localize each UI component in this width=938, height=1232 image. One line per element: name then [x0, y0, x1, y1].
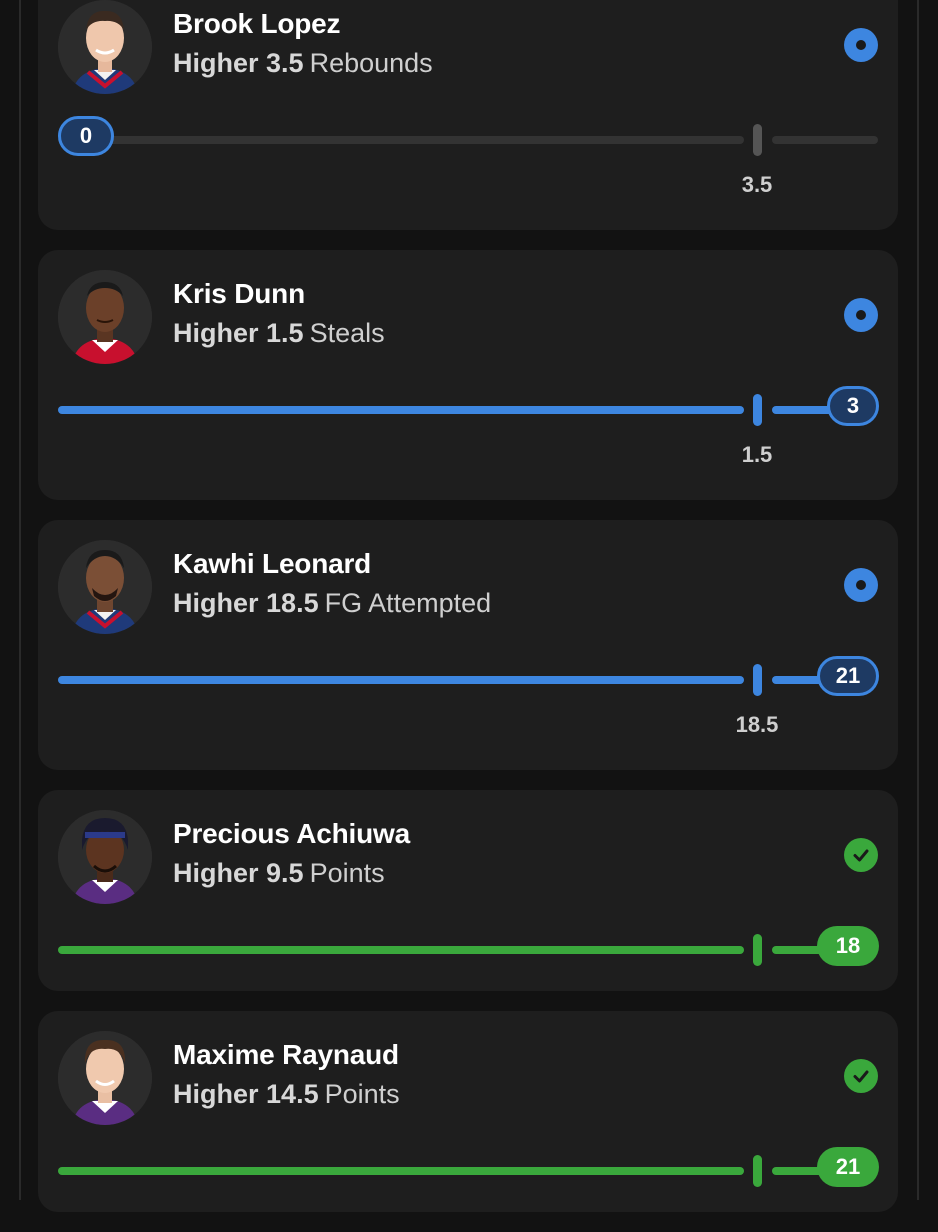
- progress-track: 0 3.5: [58, 116, 878, 197]
- frame-divider-right: [917, 0, 919, 1200]
- pending-status-icon: [844, 568, 878, 602]
- pick-description: Higher 9.5 Points: [173, 858, 385, 889]
- line-marker: [753, 664, 762, 696]
- pick-card[interactable]: Maxime Raynaud Higher 14.5 Points 21: [38, 1011, 898, 1212]
- pick-description: Higher 1.5 Steals: [173, 318, 385, 349]
- player-avatar: [58, 0, 152, 94]
- frame-divider-left: [19, 0, 21, 1200]
- stat-type: FG Attempted: [324, 588, 492, 618]
- pick-card[interactable]: Brook Lopez Higher 3.5 Rebounds 0 3.5: [38, 0, 898, 230]
- pick-list: Brook Lopez Higher 3.5 Rebounds 0 3.5 Kr…: [38, 0, 898, 1232]
- progress-track: 3 1.5: [58, 386, 879, 467]
- player-avatar: [58, 270, 152, 364]
- line-marker: [753, 1155, 762, 1187]
- stat-type: Steals: [309, 318, 385, 348]
- progress-track: 18: [58, 926, 879, 966]
- check-icon: [844, 1059, 878, 1093]
- current-value-pill: 3: [827, 386, 879, 426]
- pick-direction-line: Higher 3.5: [173, 48, 304, 78]
- player-avatar: [58, 1031, 152, 1125]
- current-value-pill: 21: [817, 1147, 879, 1187]
- pending-status-icon: [844, 298, 878, 332]
- pick-direction-line: Higher 14.5: [173, 1079, 319, 1109]
- player-avatar: [58, 540, 152, 634]
- player-name: Kris Dunn: [173, 278, 305, 309]
- pick-description: Higher 3.5 Rebounds: [173, 48, 433, 79]
- current-value-pill: 0: [58, 116, 114, 156]
- current-value-pill: 18: [817, 926, 879, 966]
- pick-card[interactable]: Precious Achiuwa Higher 9.5 Points 18: [38, 790, 898, 991]
- progress-track: 21 18.5: [58, 656, 879, 737]
- line-marker: [753, 394, 762, 426]
- player-name: Kawhi Leonard: [173, 548, 372, 579]
- line-label: 18.5: [735, 712, 779, 737]
- line-marker: [753, 934, 762, 966]
- line-label: 1.5: [741, 442, 773, 467]
- pending-status-icon: [844, 28, 878, 62]
- player-name: Brook Lopez: [173, 8, 341, 39]
- pick-description: Higher 14.5 Points: [173, 1079, 400, 1110]
- progress-track: 21: [58, 1147, 879, 1187]
- player-name: Precious Achiuwa: [173, 818, 410, 849]
- pick-description: Higher 18.5 FG Attempted: [173, 588, 491, 619]
- pick-card[interactable]: Kawhi Leonard Higher 18.5 FG Attempted 21…: [38, 520, 898, 770]
- pick-direction-line: Higher 9.5: [173, 858, 304, 888]
- line-marker: [753, 124, 762, 156]
- line-label: 3.5: [741, 172, 773, 197]
- pick-direction-line: Higher 18.5: [173, 588, 319, 618]
- current-value-pill: 21: [817, 656, 879, 696]
- pick-direction-line: Higher 1.5: [173, 318, 304, 348]
- stat-type: Points: [324, 1079, 400, 1109]
- check-icon: [844, 838, 878, 872]
- pick-card[interactable]: Kris Dunn Higher 1.5 Steals 3 1.5: [38, 250, 898, 500]
- player-avatar: [58, 810, 152, 904]
- player-name: Maxime Raynaud: [173, 1039, 399, 1070]
- stat-type: Points: [309, 858, 385, 888]
- stat-type: Rebounds: [309, 48, 433, 78]
